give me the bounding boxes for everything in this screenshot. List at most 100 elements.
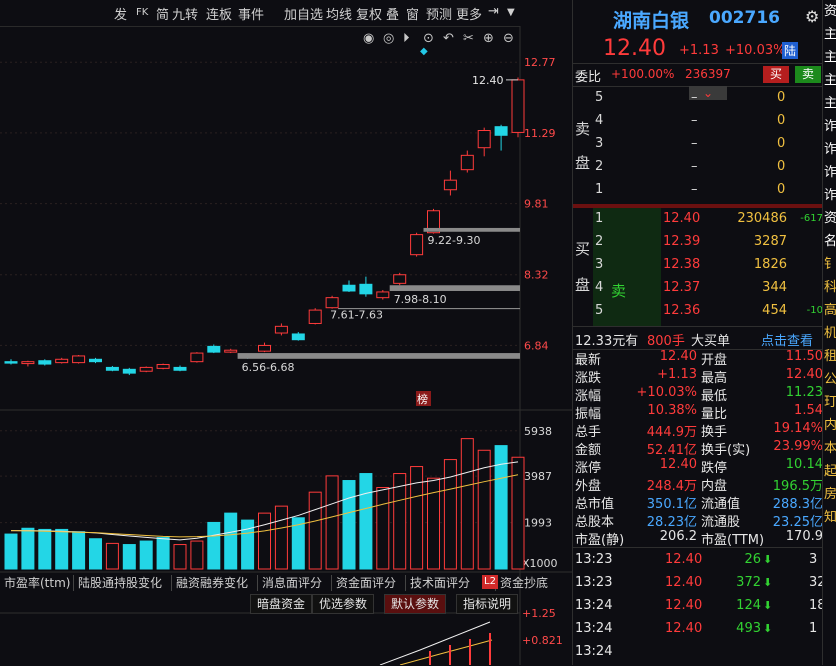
candle-body[interactable] <box>410 234 424 256</box>
tab-5[interactable]: 技术面评分 <box>410 574 470 592</box>
toolbar-item-2[interactable]: 简 <box>156 4 169 23</box>
play-icon[interactable]: ⏵ <box>403 31 410 46</box>
candle-body[interactable] <box>156 364 170 369</box>
side-news-item[interactable]: 公 <box>824 368 836 391</box>
zoom-out-icon[interactable]: ⊖ <box>503 31 514 46</box>
toolbar-item-10[interactable]: 窗 <box>406 4 419 23</box>
side-news-item[interactable]: 资 <box>824 0 836 23</box>
side-news-item[interactable]: 诈 <box>824 161 836 184</box>
chevron-down-icon[interactable]: ▼ <box>507 7 515 18</box>
chart-svg[interactable]: ◉ ◎ ⏵ ⊙ ↶ ✂ ⊕ ⊖ ◆ 12.77 11.29 9.81 8.32 6.84 9.22-9.30… <box>0 26 572 665</box>
side-news-item[interactable]: 本 <box>824 437 836 460</box>
tab-4[interactable]: 资金面评分 <box>336 574 396 592</box>
candle-body[interactable] <box>55 358 69 364</box>
bid-price[interactable]: 12.37 <box>663 280 700 295</box>
candle-body[interactable] <box>89 358 102 363</box>
toolbar-item-12[interactable]: 更多 <box>456 4 482 23</box>
bid-price[interactable]: 12.36 <box>663 303 700 318</box>
tab-0[interactable]: 市盈率(ttm) <box>4 574 70 592</box>
buy-button[interactable]: 买 <box>763 66 789 83</box>
toolbar-item-6[interactable]: 加自选 <box>284 4 323 23</box>
side-news-item[interactable]: 资 <box>824 207 836 230</box>
candle-body[interactable] <box>291 333 305 341</box>
candle-body[interactable] <box>139 366 153 372</box>
side-news-item[interactable]: 主 <box>824 69 836 92</box>
candle-body[interactable] <box>477 130 491 149</box>
toolbar-item-1[interactable]: FK <box>136 7 148 18</box>
side-news-item[interactable]: 主 <box>824 92 836 115</box>
zoom-in-icon[interactable]: ⊕ <box>483 31 494 46</box>
candle-body[interactable] <box>122 368 136 374</box>
pin-right-icon[interactable]: ⇥ <box>488 4 499 19</box>
kline-chart-area[interactable]: ◉ ◎ ⏵ ⊙ ↶ ✂ ⊕ ⊖ ◆ 12.77 11.29 9.81 8.32 6.84 9.22-9.30… <box>0 26 572 665</box>
bid-price[interactable]: 12.38 <box>663 257 700 272</box>
ask-price[interactable]: – <box>691 159 698 174</box>
candle-body[interactable] <box>21 361 35 365</box>
tab-3[interactable]: 消息面评分 <box>262 574 322 592</box>
side-news-item[interactable]: 高 <box>824 299 836 322</box>
undo-icon[interactable]: ↶ <box>443 31 454 46</box>
candle-body[interactable] <box>443 179 457 191</box>
candle-body[interactable] <box>274 325 288 334</box>
timer-icon[interactable]: ⊙ <box>423 31 434 46</box>
bid-price[interactable]: 12.39 <box>663 234 700 249</box>
side-news-item[interactable]: 玎 <box>824 391 836 414</box>
side-news-item[interactable]: 主 <box>824 23 836 46</box>
side-news-item[interactable]: 名 <box>824 230 836 253</box>
toolbar-item-0[interactable]: 发 <box>114 4 127 23</box>
side-news-item[interactable]: 科 <box>824 276 836 299</box>
candle-body[interactable] <box>342 284 356 292</box>
toolbar-item-3[interactable]: 九转 <box>172 4 198 23</box>
candle-body[interactable] <box>376 291 390 299</box>
candle-body[interactable] <box>4 361 18 364</box>
candle-body[interactable] <box>359 283 373 295</box>
candle-body[interactable] <box>38 360 52 365</box>
sub-button-2[interactable]: 默认参数 <box>384 594 447 614</box>
toolbar-item-9[interactable]: 叠 <box>386 4 399 23</box>
candle-body[interactable] <box>258 344 271 352</box>
toolbar-item-11[interactable]: 预测 <box>426 4 452 23</box>
side-news-item[interactable]: 机 <box>824 322 836 345</box>
sub-button-3[interactable]: 指标说明 <box>456 594 519 614</box>
candle-body[interactable] <box>308 309 322 324</box>
sub-button-1[interactable]: 优选参数 <box>312 594 375 614</box>
candle-body[interactable] <box>224 349 238 353</box>
side-news-item[interactable]: 主 <box>824 46 836 69</box>
candle-body[interactable] <box>72 355 86 364</box>
bid-price[interactable]: 12.40 <box>663 211 700 226</box>
side-news-item[interactable]: 知 <box>824 506 836 529</box>
toolbar-item-8[interactable]: 复权 <box>356 4 382 23</box>
tab-6[interactable]: 资金抄底 <box>500 574 548 592</box>
side-news-item[interactable]: 内 <box>824 414 836 437</box>
big-order-link[interactable]: 点击查看 <box>761 330 813 349</box>
sub-button-0[interactable]: 暗盘资金 <box>250 594 313 614</box>
candle-body[interactable] <box>393 274 407 284</box>
candle-body[interactable] <box>325 297 339 309</box>
ask-price[interactable]: – <box>691 113 698 128</box>
scissors-icon[interactable]: ✂ <box>463 31 474 46</box>
toolbar-item-7[interactable]: 均线 <box>326 4 352 23</box>
eye-icon[interactable]: ◉ <box>363 31 374 46</box>
candle-body[interactable] <box>207 345 221 353</box>
tab-2[interactable]: 融资融券变化 <box>176 574 248 592</box>
ask-price[interactable]: – <box>691 90 698 105</box>
side-news-item[interactable]: 起 <box>824 460 836 483</box>
toolbar-item-5[interactable]: 事件 <box>238 4 264 23</box>
ask-price[interactable]: – <box>691 136 698 151</box>
candle-body[interactable] <box>494 126 508 136</box>
ask-price[interactable]: – <box>691 182 698 197</box>
side-news-item[interactable]: 诈 <box>824 138 836 161</box>
side-news-item[interactable]: 房 <box>824 483 836 506</box>
candle-body[interactable] <box>190 352 204 363</box>
candle-body[interactable] <box>511 79 525 133</box>
sell-button[interactable]: 卖 <box>795 66 821 83</box>
gear-icon[interactable]: ⚙ <box>805 7 819 26</box>
eye-icon[interactable]: ◎ <box>383 31 394 46</box>
side-news-item[interactable]: 租 <box>824 345 836 368</box>
candle-body[interactable] <box>173 366 187 371</box>
toolbar-item-4[interactable]: 连板 <box>206 4 232 23</box>
side-news-item[interactable]: 诈 <box>824 184 836 207</box>
candle-body[interactable] <box>460 154 474 171</box>
side-news-item[interactable]: 钅 <box>824 253 836 276</box>
tab-1[interactable]: 陆股通持股变化 <box>78 574 162 592</box>
